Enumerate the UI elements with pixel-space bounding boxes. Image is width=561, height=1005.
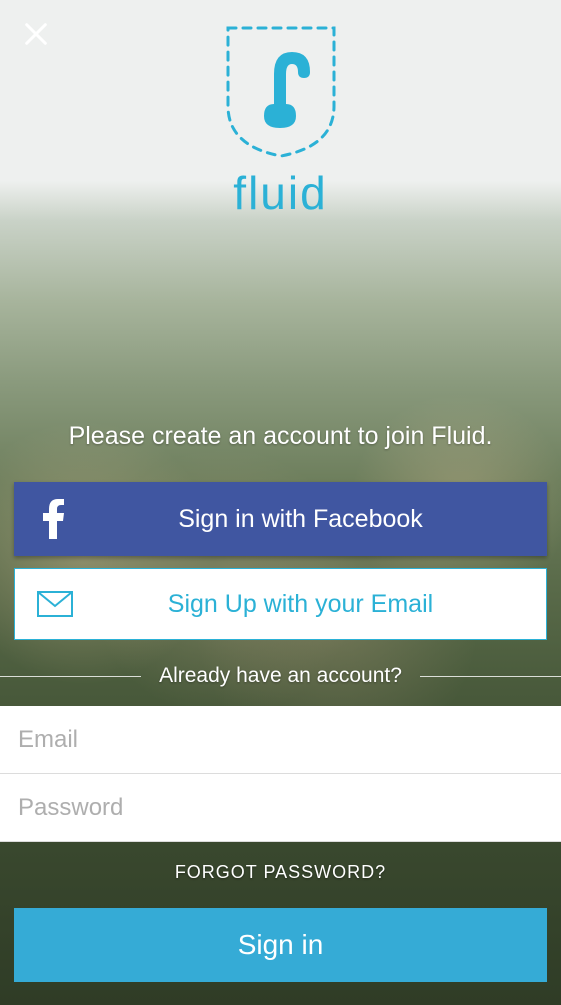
create-account-prompt: Please create an account to join Fluid. bbox=[0, 422, 561, 451]
email-button-label: Sign Up with your Email bbox=[95, 590, 546, 619]
signin-button-label: Sign in bbox=[238, 929, 324, 961]
forgot-password-link[interactable]: FORGOT PASSWORD? bbox=[0, 862, 561, 883]
signin-button[interactable]: Sign in bbox=[14, 908, 547, 982]
email-icon bbox=[15, 591, 95, 617]
login-form bbox=[0, 706, 561, 842]
facebook-button-label: Sign in with Facebook bbox=[94, 505, 547, 534]
signin-screen: fluid Please create an account to join F… bbox=[0, 0, 561, 1005]
divider: Already have an account? bbox=[0, 664, 561, 688]
facebook-icon bbox=[14, 499, 94, 539]
logo-pocket-icon bbox=[216, 20, 346, 160]
divider-text: Already have an account? bbox=[141, 664, 420, 688]
email-input[interactable] bbox=[0, 706, 561, 774]
email-signup-button[interactable]: Sign Up with your Email bbox=[14, 568, 547, 640]
logo-text: fluid bbox=[233, 166, 327, 220]
facebook-signin-button[interactable]: Sign in with Facebook bbox=[14, 482, 547, 556]
divider-line-right bbox=[420, 676, 561, 677]
divider-line-left bbox=[0, 676, 141, 677]
password-input[interactable] bbox=[0, 774, 561, 842]
logo: fluid bbox=[0, 20, 561, 220]
